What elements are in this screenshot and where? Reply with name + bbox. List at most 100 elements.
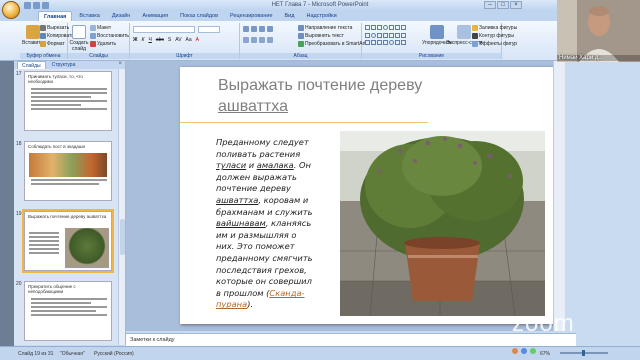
smartart-button[interactable]: Преобразовать в SmartArt [298,41,366,47]
title-bar: HET Глава 7 - Microsoft PowerPoint – □ × [0,0,640,19]
font-color-icon[interactable]: A [196,37,199,43]
thumb-title: Прекратить общение с неподобающими [28,284,76,294]
tab-slides[interactable]: Слайды [17,61,46,69]
slide-thumbnail[interactable]: 17 Принимать туласи, то, что необходимо [16,71,122,133]
tab-insert[interactable]: Вставка [74,11,104,21]
theme-name: "Обычная" [60,351,85,357]
zoom-side-strip [0,61,14,346]
tab-addins[interactable]: Надстройки [301,11,341,21]
format-painter-button[interactable]: Формат [40,41,65,47]
status-bar: Слайд 19 из 31 "Обычная" Русский (Россия… [0,346,640,360]
align-left-icon[interactable] [243,37,249,43]
cut-button[interactable]: Вырезать [40,25,69,31]
window-controls: – □ × [484,1,522,9]
system-tray [512,348,536,354]
close-icon[interactable]: × [510,1,522,9]
text-direction-button[interactable]: Направление текста [298,25,352,31]
strikethrough-icon[interactable]: abc [156,37,164,43]
indent-icon[interactable] [259,26,265,32]
slide-preview: Выражать почтение дереву ашваттха [22,209,114,273]
tulasi-plant-photo[interactable] [340,131,545,316]
tab-view[interactable]: Вид [280,11,300,21]
spacing-icon[interactable]: AV [175,37,181,43]
thumb-title: Принимать туласи, то, что необходимо [28,74,83,84]
font-format-buttons: Ж К Чabc S AV Aa A [133,37,199,43]
workspace-scrollbar[interactable] [553,61,565,331]
slide-title[interactable]: Выражать почтение дереву ашваттха [218,75,422,117]
scissors-icon [40,25,46,31]
tab-outline[interactable]: Структура [48,61,80,69]
language-indicator[interactable]: Русский (Россия) [94,351,134,357]
slide-number: 17 [16,71,22,77]
current-slide[interactable]: Выражать почтение дереву ашваттха Предан… [180,67,560,324]
effects-icon [472,41,478,47]
window-title: HET Глава 7 - Microsoft PowerPoint [271,2,369,8]
align-text-button[interactable]: Выровнять текст [298,33,344,39]
tab-animation[interactable]: Анимация [137,11,173,21]
tab-slideshow[interactable]: Показ слайдов [175,11,223,21]
text-direction-icon [298,25,304,31]
tab-design[interactable]: Дизайн [107,11,136,21]
slide-number: 18 [16,141,22,147]
participant-name: Нимай Хари д... [557,55,640,61]
thumb-title: Выражать почтение дереву ашваттха [28,214,107,219]
tab-review[interactable]: Рецензирование [225,11,277,21]
shape-effects-button[interactable]: Эффекты фигур [472,41,517,47]
outdent-icon[interactable] [267,26,273,32]
group-clipboard: Вставить Вырезать Копировать Формат Буфе… [20,23,74,59]
group-drawing: Упорядочить Экспресс-стили Заливка фигур… [362,23,517,59]
bullets-icon[interactable] [243,26,249,32]
align-center-icon[interactable] [251,37,257,43]
maximize-icon[interactable]: □ [497,1,509,9]
slide-counter: Слайд 19 из 31 [18,351,54,357]
paste-icon [25,25,40,39]
tab-home[interactable]: Главная [38,11,73,21]
tray-icon[interactable] [521,348,527,354]
shape-fill-button[interactable]: Заливка фигуры [472,25,517,31]
font-size-combo[interactable] [198,26,220,33]
group-slides: Создать слайд Макет Восстановить Удалить… [68,23,130,59]
layout-button[interactable]: Макет [90,25,111,31]
smartart-icon [298,41,304,47]
slide-number: 20 [16,281,22,287]
font-family-combo[interactable] [133,26,195,33]
quick-styles-icon [457,25,472,39]
zoom-slider-knob[interactable] [582,350,585,356]
notes-pane[interactable]: Заметки к слайду [126,333,576,346]
close-icon[interactable]: × [118,61,122,67]
tray-icon[interactable] [530,348,536,354]
numbering-icon[interactable] [251,26,257,32]
office-button[interactable] [2,1,20,19]
new-slide-button[interactable]: Создать слайд [70,25,89,52]
case-icon[interactable]: Aa [186,37,192,43]
reset-icon [90,33,96,39]
zoom-watermark: zoom [512,310,575,337]
align-right-icon[interactable] [259,37,265,43]
delete-slide-button[interactable]: Удалить [90,41,116,47]
slide-thumbnail[interactable]: 20 Прекратить общение с неподобающими [16,281,122,343]
justify-icon[interactable] [267,37,273,43]
slide-thumbnail[interactable]: 18 Соблюдать пост в экадаши [16,141,122,203]
bold-icon[interactable]: Ж [133,37,138,43]
thumb-title: Соблюдать пост в экадаши [28,144,85,149]
slide-body-text[interactable]: Преданному следует поливать растения тул… [216,137,316,311]
align-buttons [243,37,273,43]
outline-icon [472,33,478,39]
shape-outline-button[interactable]: Контур фигуры [472,33,514,39]
slide-thumbnail-selected[interactable]: 19 Выражать почтение дереву ашваттха [16,209,122,273]
delete-icon [90,41,96,47]
zoom-level[interactable]: 67% [540,351,550,357]
italic-icon[interactable]: К [142,37,145,43]
shadow-icon[interactable]: S [168,37,171,43]
tray-icon[interactable] [512,348,518,354]
slides-pane-scrollbar[interactable] [118,69,125,345]
slide-number: 19 [16,211,22,217]
slide-workspace: Выражать почтение дереву ашваттха Предан… [126,61,565,331]
participant-video[interactable]: Нимай Хари д... [557,0,640,62]
slides-pane-tabs: Слайды Структура × [14,61,125,69]
reset-button[interactable]: Восстановить [90,33,129,39]
underline-icon[interactable]: Ч [148,37,151,43]
thumb-image [65,228,109,268]
minimize-icon[interactable]: – [484,1,496,9]
shapes-gallery[interactable] [365,25,406,47]
